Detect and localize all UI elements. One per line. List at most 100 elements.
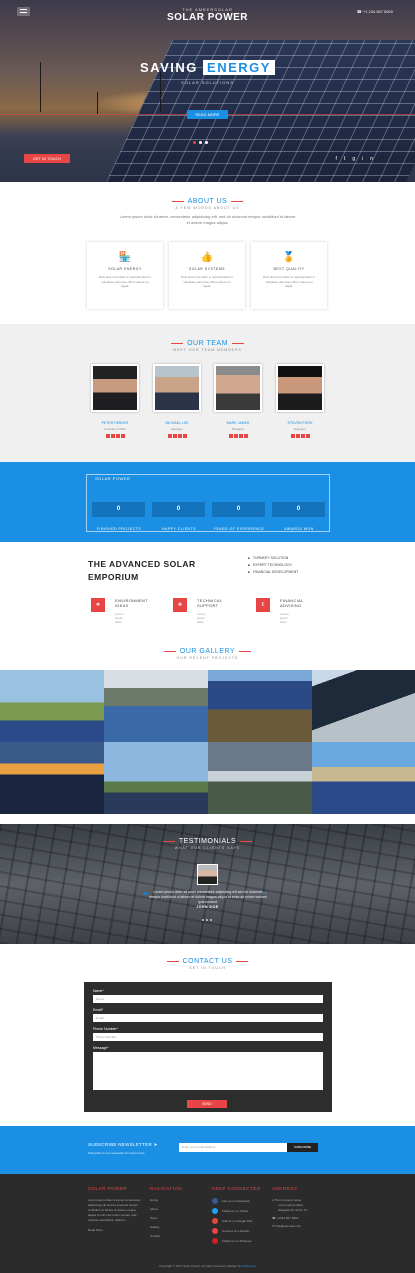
divider <box>231 342 244 344</box>
google-plus-icon[interactable]: g <box>352 156 362 162</box>
linkedin-icon[interactable] <box>182 434 187 438</box>
footer-email[interactable]: ✉ info@example.com <box>272 1224 332 1229</box>
linkedin-icon[interactable]: in <box>362 156 380 162</box>
get-in-touch-button[interactable]: GET IN TOUCH <box>24 154 70 163</box>
divider <box>166 960 179 962</box>
read-more-button[interactable]: READ MORE <box>187 110 228 119</box>
name-field[interactable]: Name <box>93 995 323 1003</box>
phone-field[interactable]: Phone Number <box>93 1033 323 1041</box>
stat-label: YEARS OF EXPERIENCE <box>213 527 265 531</box>
about-card: 🏅 BEST QUALITY Duis aute irure dolor in … <box>251 242 327 309</box>
linkedin-icon[interactable] <box>120 434 125 438</box>
footer-nav-link[interactable]: About <box>150 1207 200 1211</box>
gallery-image[interactable] <box>0 742 104 814</box>
facebook-icon[interactable] <box>290 434 295 438</box>
footer-heading: KEEP CONNECTED <box>212 1186 261 1191</box>
testimonial-dots <box>202 917 214 922</box>
email-field[interactable]: Email <box>93 1014 323 1022</box>
about-title: ABOUT US <box>187 198 228 205</box>
slider-dot[interactable] <box>210 919 212 921</box>
feature-sub: Lorem ipsum dolor <box>280 612 289 624</box>
testimonials-section: TESTIMONIALS WHAT OUR CLIENTS SAYS “ Lor… <box>0 824 415 944</box>
phone-icon: ☎ <box>272 1216 276 1220</box>
footer-nav-link[interactable]: Home <box>150 1198 200 1202</box>
divider <box>162 840 175 842</box>
footer-social-link[interactable]: Add us on Google Plus <box>212 1218 268 1225</box>
location-icon: ● <box>272 1198 274 1202</box>
footer-nav-link[interactable]: Team <box>150 1216 200 1220</box>
card-text: Duis aute irure dolor in reprehenderit i… <box>98 275 152 288</box>
twitter-icon[interactable] <box>172 434 177 438</box>
message-label: Message* <box>93 1046 109 1050</box>
gallery-image[interactable] <box>0 670 104 742</box>
slider-dot[interactable] <box>206 919 208 921</box>
footer-navigation: NAVIGATION Home About Team Gallery Conta… <box>150 1186 200 1243</box>
twitter-icon[interactable] <box>295 434 300 438</box>
about-card: 👍 SOLAR SYSTEMS Duis aute irure dolor in… <box>169 242 245 309</box>
emporium-title-line: EMPORIUM <box>88 572 139 582</box>
facebook-icon[interactable]: f <box>336 156 344 162</box>
google-plus-icon[interactable] <box>177 434 182 438</box>
gallery-image[interactable] <box>104 670 208 742</box>
send-button[interactable]: SEND <box>187 1100 227 1108</box>
twitter-icon[interactable] <box>110 434 115 438</box>
footer-nav-link[interactable]: Gallery <box>150 1225 200 1229</box>
message-field[interactable] <box>93 1052 323 1090</box>
footer-social-link[interactable]: Connect on Linkedin <box>212 1228 268 1235</box>
linkedin-icon[interactable] <box>243 434 248 438</box>
email-text: info@example.com <box>275 1224 302 1228</box>
subscribe-button[interactable]: SUBSCRIBE <box>287 1143 318 1152</box>
gallery-image[interactable] <box>208 742 312 814</box>
feature-title: ENVIRONMENT IDEAS <box>115 598 155 608</box>
award-icon: 🏅 <box>282 252 296 263</box>
slider-dot[interactable] <box>202 919 204 921</box>
phone-number: +1 234 567 8900 <box>362 9 393 14</box>
google-plus-icon[interactable] <box>115 434 120 438</box>
member-role: Founder & CEO <box>104 427 126 431</box>
footer-text: nostrud exercitation ullamco. <box>88 1218 127 1222</box>
google-plus-icon[interactable] <box>238 434 243 438</box>
slider-dot[interactable] <box>205 141 208 144</box>
footer-social-link[interactable]: Follow us on Twitter <box>212 1208 268 1215</box>
facebook-icon[interactable] <box>167 434 172 438</box>
emporium-title-line: THE ADVANCED SOLAR <box>88 559 196 569</box>
copyright-link[interactable]: W3layouts <box>242 1264 256 1268</box>
emporium-title: THE ADVANCED SOLAR EMPORIUM <box>88 558 196 584</box>
footer-social-label: Follow us on Twitter <box>222 1209 249 1213</box>
list-item: TURNKEY SOLUTION <box>248 556 298 560</box>
footer-social: KEEP CONNECTED Like us on Facebook Follo… <box>212 1186 268 1248</box>
slider-dot[interactable] <box>199 141 202 144</box>
divider <box>240 840 253 842</box>
footer-social-link[interactable]: Follow us on Pinterest <box>212 1238 268 1245</box>
member-role: Manager <box>171 427 183 431</box>
gallery-image[interactable] <box>312 742 415 814</box>
feature-sub: Lorem ipsum dolor <box>197 612 206 624</box>
footer: SOLAR POWER Lorem ipsum dolor sit amet c… <box>0 1174 415 1273</box>
newsletter-email-input[interactable]: Enter your email address <box>179 1143 287 1152</box>
top-phone: ☎ +1 234 567 8900 <box>357 9 393 14</box>
facebook-icon[interactable] <box>228 434 233 438</box>
support-icon: ✚ <box>173 598 187 612</box>
footer-nav-link[interactable]: Contact <box>150 1234 200 1238</box>
gallery-subtitle: OUR RECENT PROJECTS <box>176 656 239 660</box>
member-photo <box>153 364 201 412</box>
slider-dot[interactable] <box>193 141 196 144</box>
twitter-icon[interactable] <box>233 434 238 438</box>
facebook-icon[interactable] <box>105 434 110 438</box>
google-plus-icon[interactable] <box>300 434 305 438</box>
gallery-image[interactable] <box>104 742 208 814</box>
team-section: OUR TEAM MEET OUR TEAM MEMBERS PETER PAR… <box>0 324 415 462</box>
stat-value: 0 <box>212 502 265 517</box>
footer-read-more-link[interactable]: Read More <box>88 1228 144 1233</box>
hero-banner: THE AMBERSOLAR SOLAR POWER ☎ +1 234 567 … <box>0 0 415 182</box>
testimonial-quote: Lorem ipsum dolor sit amet consectetur a… <box>149 890 267 904</box>
phone-text: +1234 567 8901 <box>276 1216 299 1220</box>
pinterest-icon <box>212 1238 218 1245</box>
gallery-image[interactable] <box>208 670 312 742</box>
brand-logo[interactable]: SOLAR POWER <box>0 12 415 23</box>
gallery-image[interactable] <box>312 670 415 742</box>
feature-sub: Lorem ipsum dolor <box>115 612 124 624</box>
phone-label: Phone Number* <box>93 1027 118 1031</box>
footer-social-link[interactable]: Like us on Facebook <box>212 1198 268 1205</box>
linkedin-icon[interactable] <box>305 434 310 438</box>
